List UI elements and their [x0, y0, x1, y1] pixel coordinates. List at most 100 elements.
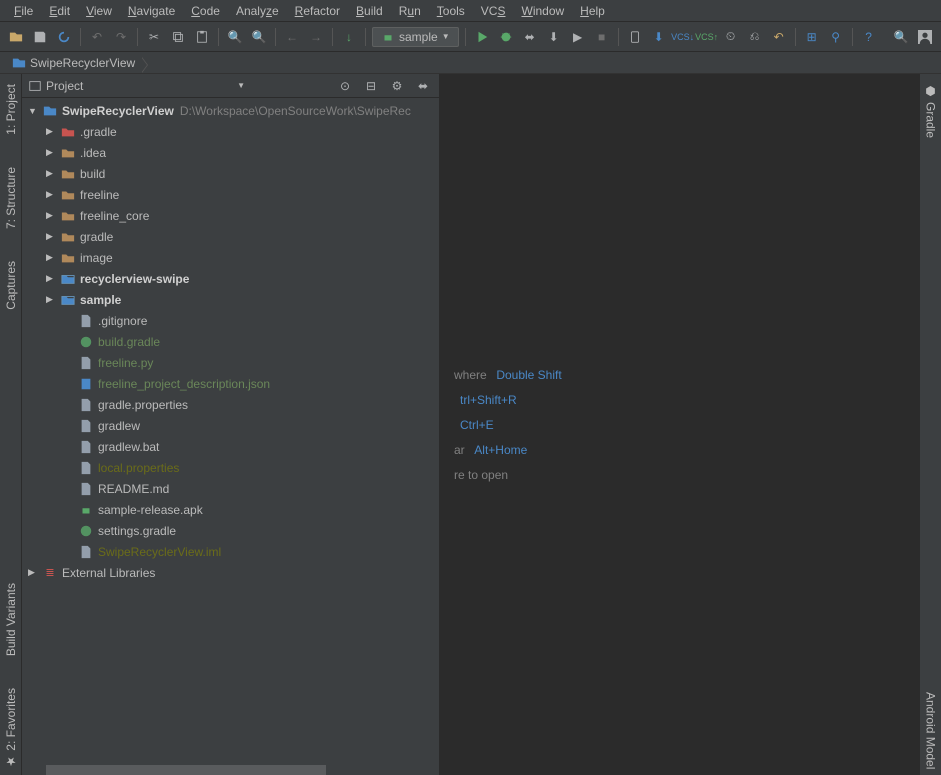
menu-tools[interactable]: Tools — [429, 2, 473, 20]
panel-settings-icon[interactable]: ⚙ — [387, 76, 407, 96]
hide-icon[interactable]: ⬌ — [413, 76, 433, 96]
panel-title-label[interactable]: Project — [46, 79, 83, 93]
stop-icon[interactable]: ■ — [592, 27, 612, 47]
vcs-revert-icon[interactable]: ⎌ — [745, 27, 765, 47]
navigation-bar[interactable]: SwipeRecyclerView — [0, 52, 941, 74]
twist-icon[interactable]: ▶ — [46, 189, 56, 200]
vcs-push-icon[interactable]: ↶ — [769, 27, 789, 47]
horizontal-scrollbar[interactable] — [22, 765, 439, 775]
twist-icon[interactable]: ▶ — [28, 567, 38, 578]
tree-item[interactable]: ▶build — [22, 163, 439, 184]
tree-item[interactable]: ▶.gradle — [22, 121, 439, 142]
menu-edit[interactable]: Edit — [41, 2, 78, 20]
collapse-all-icon[interactable]: ⊟ — [361, 76, 381, 96]
find-icon[interactable]: 🔍 — [225, 27, 245, 47]
tree-label: .idea — [80, 146, 106, 160]
twist-icon[interactable]: ▶ — [46, 273, 56, 284]
twist-icon[interactable]: ▶ — [46, 252, 56, 263]
menu-window[interactable]: Window — [513, 2, 572, 20]
help-icon[interactable]: ? — [859, 27, 879, 47]
attach-icon[interactable]: ⬇ — [544, 27, 564, 47]
undo-icon[interactable]: ↶ — [87, 27, 107, 47]
tab-project[interactable]: 1: Project — [2, 78, 20, 141]
project-tree[interactable]: ▼ SwipeRecyclerView D:\Workspace\OpenSou… — [22, 98, 439, 765]
tab-android-model[interactable]: Android Model — [922, 686, 940, 775]
sync-icon[interactable] — [54, 27, 74, 47]
sdk-icon[interactable]: ⬇ — [649, 27, 669, 47]
tree-item[interactable]: ▶freeline_core — [22, 205, 439, 226]
menu-file[interactable]: File — [6, 2, 41, 20]
copy-icon[interactable] — [168, 27, 188, 47]
tree-external-libs[interactable]: ▶ ≣ External Libraries — [22, 562, 439, 583]
twist-icon[interactable]: ▶ — [46, 210, 56, 221]
tab-build-variants[interactable]: Build Variants — [2, 577, 20, 662]
scroll-from-source-icon[interactable]: ⊙ — [335, 76, 355, 96]
open-icon[interactable] — [6, 27, 26, 47]
tree-item[interactable]: ▶ .idea — [22, 142, 439, 163]
run-configuration-dropdown[interactable]: sample ▼ — [372, 27, 459, 47]
menu-help[interactable]: Help — [572, 2, 613, 20]
user-icon[interactable] — [915, 27, 935, 47]
tab-captures[interactable]: Captures — [2, 255, 20, 316]
menu-analyze[interactable]: Analyze — [228, 2, 287, 20]
settings-icon[interactable]: ⚲ — [826, 27, 846, 47]
menu-view[interactable]: View — [78, 2, 120, 20]
tree-root[interactable]: ▼ SwipeRecyclerView D:\Workspace\OpenSou… — [22, 100, 439, 121]
scrollbar-thumb[interactable] — [46, 765, 326, 775]
menu-code[interactable]: Code — [183, 2, 228, 20]
coverage-icon[interactable]: ▶ — [568, 27, 588, 47]
back-icon[interactable]: ← — [282, 27, 302, 47]
tree-item[interactable]: gradlew.bat — [22, 436, 439, 457]
tree-label: local.properties — [98, 461, 179, 475]
tree-item[interactable]: .gitignore — [22, 310, 439, 331]
tree-item[interactable]: sample-release.apk — [22, 499, 439, 520]
cut-icon[interactable]: ✂ — [144, 27, 164, 47]
breadcrumb-root[interactable]: SwipeRecyclerView — [6, 54, 141, 72]
debug-icon[interactable] — [496, 27, 516, 47]
menu-navigate[interactable]: Navigate — [120, 2, 183, 20]
tree-item[interactable]: ▶freeline — [22, 184, 439, 205]
forward-icon[interactable]: → — [306, 27, 326, 47]
twist-icon[interactable]: ▶ — [46, 168, 56, 179]
menu-build[interactable]: Build — [348, 2, 391, 20]
profile-icon[interactable]: ⬌ — [520, 27, 540, 47]
tree-item[interactable]: freeline.py — [22, 352, 439, 373]
menu-refactor[interactable]: Refactor — [287, 2, 348, 20]
tree-item[interactable]: gradle.properties — [22, 394, 439, 415]
tree-item[interactable]: settings.gradle — [22, 520, 439, 541]
twist-icon[interactable]: ▼ — [28, 106, 38, 116]
tree-item[interactable]: SwipeRecyclerView.iml — [22, 541, 439, 562]
save-icon[interactable] — [30, 27, 50, 47]
tree-item[interactable]: local.properties — [22, 457, 439, 478]
menu-run[interactable]: Run — [391, 2, 429, 20]
search-everywhere-icon[interactable]: 🔍 — [891, 27, 911, 47]
twist-icon[interactable]: ▶ — [46, 147, 56, 158]
paste-icon[interactable] — [192, 27, 212, 47]
twist-icon[interactable]: ▶ — [46, 126, 56, 137]
tab-favorites[interactable]: ★ 2: Favorites — [2, 682, 20, 775]
structure-icon[interactable]: ⊞ — [802, 27, 822, 47]
tree-item[interactable]: freeline_project_description.json — [22, 373, 439, 394]
menu-vcs[interactable]: VCS — [473, 2, 514, 20]
tree-label: .gitignore — [98, 314, 147, 328]
tree-item[interactable]: ▶recyclerview-swipe — [22, 268, 439, 289]
tree-item[interactable]: gradlew — [22, 415, 439, 436]
chevron-down-icon[interactable]: ▼ — [237, 81, 245, 90]
vcs-history-icon[interactable]: ⏲ — [721, 27, 741, 47]
tree-item[interactable]: ▶sample — [22, 289, 439, 310]
replace-icon[interactable]: 🔍 — [249, 27, 269, 47]
twist-icon[interactable]: ▶ — [46, 294, 56, 305]
vcs-update-icon[interactable]: VCS↓ — [673, 27, 693, 47]
redo-icon[interactable]: ↷ — [111, 27, 131, 47]
tree-item[interactable]: README.md — [22, 478, 439, 499]
tab-gradle[interactable]: ⬢ Gradle — [922, 78, 940, 144]
make-icon[interactable]: ↓ — [339, 27, 359, 47]
tree-item[interactable]: ▶gradle — [22, 226, 439, 247]
tree-item[interactable]: build.gradle — [22, 331, 439, 352]
tree-item[interactable]: ▶image — [22, 247, 439, 268]
vcs-commit-icon[interactable]: VCS↑ — [697, 27, 717, 47]
avd-icon[interactable] — [625, 27, 645, 47]
run-icon[interactable] — [472, 27, 492, 47]
tab-structure[interactable]: 7: Structure — [2, 161, 20, 235]
twist-icon[interactable]: ▶ — [46, 231, 56, 242]
